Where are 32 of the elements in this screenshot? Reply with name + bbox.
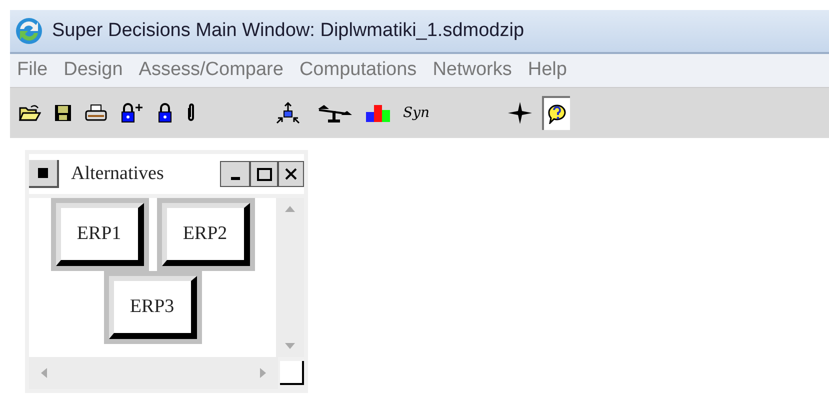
lock-plus-icon bbox=[120, 103, 144, 123]
node-button[interactable]: ERP3 bbox=[108, 276, 196, 339]
bar-chart-icon bbox=[366, 104, 390, 122]
cluster-title: Alternatives bbox=[71, 162, 165, 186]
help-icon bbox=[546, 104, 567, 124]
menu-item[interactable]: File bbox=[10, 56, 55, 85]
square-icon bbox=[38, 168, 48, 178]
app-logo-icon bbox=[14, 16, 44, 46]
network-icon bbox=[274, 102, 302, 124]
help-button[interactable] bbox=[542, 96, 570, 130]
printer-icon bbox=[85, 104, 107, 122]
window-menu-button[interactable] bbox=[29, 160, 59, 188]
menu-item[interactable]: Computations bbox=[292, 56, 424, 85]
minimize-icon bbox=[230, 177, 240, 180]
close-button[interactable] bbox=[278, 161, 304, 187]
maximize-button[interactable] bbox=[250, 161, 278, 187]
maximize-icon bbox=[256, 168, 272, 180]
synthesize-button[interactable]: Syn bbox=[400, 96, 433, 130]
close-icon bbox=[285, 168, 297, 180]
window-title: Super Decisions Main Window: Diplwmatiki_1.sdmodzip bbox=[52, 18, 524, 43]
node-button[interactable]: ERP2 bbox=[162, 203, 250, 266]
paperclip-icon bbox=[186, 103, 196, 123]
lock-icon bbox=[157, 103, 173, 123]
minimize-button[interactable] bbox=[220, 161, 250, 187]
node-button[interactable]: ERP1 bbox=[56, 203, 144, 266]
compass-star-icon bbox=[508, 102, 532, 124]
menu-item[interactable]: Assess/Compare bbox=[132, 56, 290, 85]
menu-item[interactable]: Design bbox=[56, 56, 130, 85]
menu-item[interactable]: Help bbox=[520, 56, 574, 85]
resize-corner[interactable] bbox=[280, 361, 304, 385]
folder-icon bbox=[19, 104, 41, 122]
menu-item[interactable]: Networks bbox=[426, 56, 519, 85]
